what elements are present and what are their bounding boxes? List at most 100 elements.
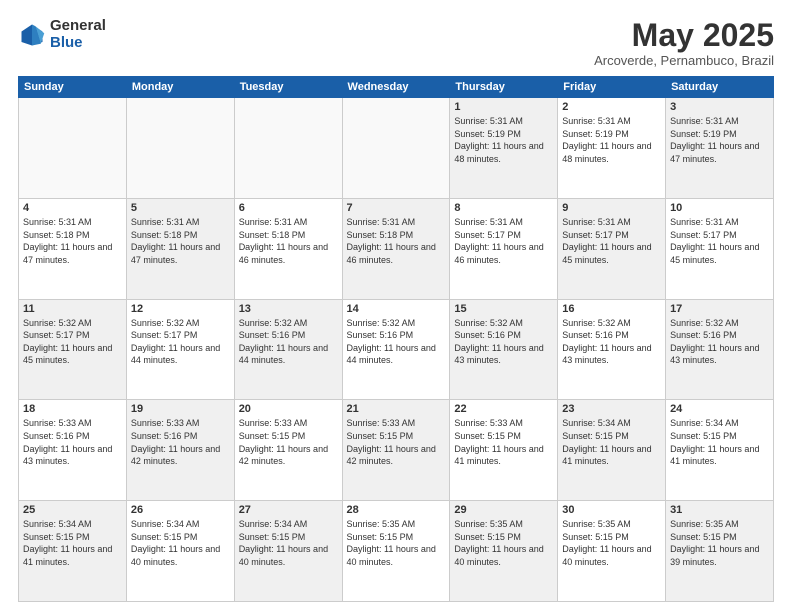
day-number: 18 bbox=[23, 403, 122, 415]
table-row: 8Sunrise: 5:31 AM Sunset: 5:17 PM Daylig… bbox=[450, 198, 558, 299]
table-row: 21Sunrise: 5:33 AM Sunset: 5:15 PM Dayli… bbox=[342, 400, 450, 501]
day-info: Sunrise: 5:34 AM Sunset: 5:15 PM Dayligh… bbox=[562, 417, 661, 467]
day-info: Sunrise: 5:31 AM Sunset: 5:18 PM Dayligh… bbox=[347, 216, 446, 266]
day-info: Sunrise: 5:32 AM Sunset: 5:16 PM Dayligh… bbox=[562, 317, 661, 367]
table-row: 13 Sunrise: 5:32 AM Sunset: 5:16 PM Dayli… bbox=[234, 299, 342, 400]
table-row: 31 Sunrise: 5:35 AM Sunset: 5:15 PM Dayli… bbox=[666, 501, 774, 602]
day-info: Sunrise: 5:31 AM Sunset: 5:17 PM Dayligh… bbox=[670, 216, 769, 266]
day-info: Sunrise: 5:33 AM Sunset: 5:15 PM Dayligh… bbox=[347, 417, 446, 467]
day-info: Sunrise: 5:35 AM Sunset: 5:15 PM Dayligh… bbox=[347, 518, 446, 568]
day-number: 10 bbox=[670, 202, 769, 214]
table-row: 3Sunrise: 5:31 AM Sunset: 5:19 PM Daylig… bbox=[666, 98, 774, 199]
calendar-row: 1 Sunrise: 5:31 AM Sunset: 5:19 PM Daylig… bbox=[19, 98, 774, 199]
table-row: 29Sunrise: 5:35 AM Sunset: 5:15 PM Dayli… bbox=[450, 501, 558, 602]
logo-general-text: General bbox=[50, 18, 106, 35]
day-info: Sunrise: 5:32 AM Sunset: 5:16 PM Dayligh… bbox=[670, 317, 769, 367]
day-info: Sunrise: 5:31 AM Sunset: 5:18 PM Dayligh… bbox=[131, 216, 230, 266]
day-number: 30 bbox=[562, 504, 661, 516]
day-info: Sunrise: 5:34 AM Sunset: 5:15 PM Dayligh… bbox=[670, 417, 769, 467]
day-number: 15 bbox=[454, 303, 553, 315]
logo-blue-text: Blue bbox=[50, 35, 106, 52]
day-info: Sunrise: 5:32 AM Sunset: 5:17 PM Dayligh… bbox=[23, 317, 122, 367]
table-row bbox=[126, 98, 234, 199]
day-number: 14 bbox=[347, 303, 446, 315]
day-info: Sunrise: 5:31 AM Sunset: 5:19 PM Dayligh… bbox=[454, 115, 553, 165]
table-row: 16Sunrise: 5:32 AM Sunset: 5:16 PM Dayli… bbox=[558, 299, 666, 400]
table-row bbox=[234, 98, 342, 199]
table-row: 25Sunrise: 5:34 AM Sunset: 5:15 PM Dayli… bbox=[19, 501, 127, 602]
day-number: 12 bbox=[131, 303, 230, 315]
table-row: 22Sunrise: 5:33 AM Sunset: 5:15 PM Dayli… bbox=[450, 400, 558, 501]
logo-icon bbox=[18, 21, 46, 49]
day-number: 20 bbox=[239, 403, 338, 415]
table-row: 20 Sunrise: 5:33 AM Sunset: 5:15 PM Dayli… bbox=[234, 400, 342, 501]
table-row: 19 Sunrise: 5:33 AM Sunset: 5:16 PM Dayli… bbox=[126, 400, 234, 501]
day-info: Sunrise: 5:35 AM Sunset: 5:15 PM Dayligh… bbox=[670, 518, 769, 568]
day-info: Sunrise: 5:31 AM Sunset: 5:19 PM Dayligh… bbox=[562, 115, 661, 165]
table-row: 15 Sunrise: 5:32 AM Sunset: 5:16 PM Dayli… bbox=[450, 299, 558, 400]
table-row: 24Sunrise: 5:34 AM Sunset: 5:15 PM Dayli… bbox=[666, 400, 774, 501]
header: General Blue May 2025 Arcoverde, Pernamb… bbox=[18, 18, 774, 68]
weekday-header-row: Sunday Monday Tuesday Wednesday Thursday… bbox=[19, 77, 774, 98]
day-info: Sunrise: 5:31 AM Sunset: 5:18 PM Dayligh… bbox=[23, 216, 122, 266]
table-row: 17 Sunrise: 5:32 AM Sunset: 5:16 PM Dayli… bbox=[666, 299, 774, 400]
day-number: 6 bbox=[239, 202, 338, 214]
table-row: 12Sunrise: 5:32 AM Sunset: 5:17 PM Dayli… bbox=[126, 299, 234, 400]
table-row: 14 Sunrise: 5:32 AM Sunset: 5:16 PM Dayli… bbox=[342, 299, 450, 400]
table-row: 2 Sunrise: 5:31 AM Sunset: 5:19 PM Daylig… bbox=[558, 98, 666, 199]
day-info: Sunrise: 5:32 AM Sunset: 5:16 PM Dayligh… bbox=[454, 317, 553, 367]
title-block: May 2025 Arcoverde, Pernambuco, Brazil bbox=[594, 18, 774, 68]
day-number: 4 bbox=[23, 202, 122, 214]
table-row: 26Sunrise: 5:34 AM Sunset: 5:15 PM Dayli… bbox=[126, 501, 234, 602]
day-number: 19 bbox=[131, 403, 230, 415]
table-row: 4 Sunrise: 5:31 AM Sunset: 5:18 PM Daylig… bbox=[19, 198, 127, 299]
day-number: 25 bbox=[23, 504, 122, 516]
day-number: 8 bbox=[454, 202, 553, 214]
calendar-table: Sunday Monday Tuesday Wednesday Thursday… bbox=[18, 76, 774, 602]
table-row: 7 Sunrise: 5:31 AM Sunset: 5:18 PM Daylig… bbox=[342, 198, 450, 299]
header-saturday: Saturday bbox=[666, 77, 774, 98]
table-row: 10 Sunrise: 5:31 AM Sunset: 5:17 PM Dayli… bbox=[666, 198, 774, 299]
page: General Blue May 2025 Arcoverde, Pernamb… bbox=[0, 0, 792, 612]
header-sunday: Sunday bbox=[19, 77, 127, 98]
day-number: 2 bbox=[562, 101, 661, 113]
day-number: 17 bbox=[670, 303, 769, 315]
day-number: 9 bbox=[562, 202, 661, 214]
day-number: 1 bbox=[454, 101, 553, 113]
calendar-row: 4 Sunrise: 5:31 AM Sunset: 5:18 PM Daylig… bbox=[19, 198, 774, 299]
day-number: 31 bbox=[670, 504, 769, 516]
day-number: 13 bbox=[239, 303, 338, 315]
day-info: Sunrise: 5:32 AM Sunset: 5:16 PM Dayligh… bbox=[239, 317, 338, 367]
table-row: 18 Sunrise: 5:33 AM Sunset: 5:16 PM Dayli… bbox=[19, 400, 127, 501]
table-row: 30Sunrise: 5:35 AM Sunset: 5:15 PM Dayli… bbox=[558, 501, 666, 602]
day-info: Sunrise: 5:33 AM Sunset: 5:16 PM Dayligh… bbox=[23, 417, 122, 467]
table-row: 28 Sunrise: 5:35 AM Sunset: 5:15 PM Dayli… bbox=[342, 501, 450, 602]
day-number: 5 bbox=[131, 202, 230, 214]
calendar-subtitle: Arcoverde, Pernambuco, Brazil bbox=[594, 53, 774, 68]
table-row: 1 Sunrise: 5:31 AM Sunset: 5:19 PM Daylig… bbox=[450, 98, 558, 199]
table-row: 23 Sunrise: 5:34 AM Sunset: 5:15 PM Dayli… bbox=[558, 400, 666, 501]
header-friday: Friday bbox=[558, 77, 666, 98]
day-number: 22 bbox=[454, 403, 553, 415]
day-info: Sunrise: 5:33 AM Sunset: 5:15 PM Dayligh… bbox=[239, 417, 338, 467]
day-number: 7 bbox=[347, 202, 446, 214]
day-info: Sunrise: 5:32 AM Sunset: 5:16 PM Dayligh… bbox=[347, 317, 446, 367]
day-number: 28 bbox=[347, 504, 446, 516]
calendar-row: 25Sunrise: 5:34 AM Sunset: 5:15 PM Dayli… bbox=[19, 501, 774, 602]
day-number: 27 bbox=[239, 504, 338, 516]
day-number: 26 bbox=[131, 504, 230, 516]
day-info: Sunrise: 5:35 AM Sunset: 5:15 PM Dayligh… bbox=[454, 518, 553, 568]
header-tuesday: Tuesday bbox=[234, 77, 342, 98]
day-info: Sunrise: 5:33 AM Sunset: 5:16 PM Dayligh… bbox=[131, 417, 230, 467]
table-row: 5 Sunrise: 5:31 AM Sunset: 5:18 PM Daylig… bbox=[126, 198, 234, 299]
logo-text: General Blue bbox=[50, 18, 106, 51]
calendar-title: May 2025 bbox=[594, 18, 774, 53]
header-thursday: Thursday bbox=[450, 77, 558, 98]
table-row: 9 Sunrise: 5:31 AM Sunset: 5:17 PM Daylig… bbox=[558, 198, 666, 299]
day-number: 11 bbox=[23, 303, 122, 315]
header-wednesday: Wednesday bbox=[342, 77, 450, 98]
day-info: Sunrise: 5:31 AM Sunset: 5:18 PM Dayligh… bbox=[239, 216, 338, 266]
table-row: 6 Sunrise: 5:31 AM Sunset: 5:18 PM Daylig… bbox=[234, 198, 342, 299]
day-info: Sunrise: 5:31 AM Sunset: 5:17 PM Dayligh… bbox=[562, 216, 661, 266]
day-number: 23 bbox=[562, 403, 661, 415]
